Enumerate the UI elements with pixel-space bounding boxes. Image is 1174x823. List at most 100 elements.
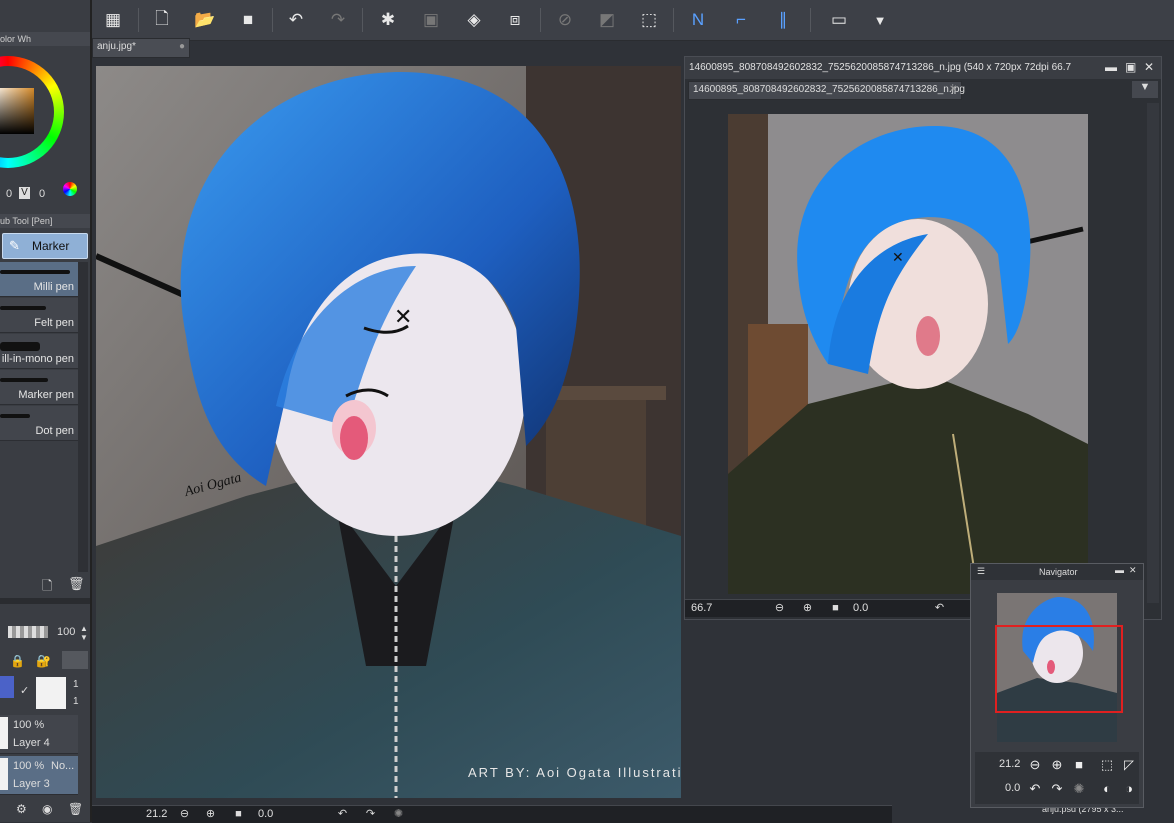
sub-zoom-in-icon[interactable]: ⊕ xyxy=(801,602,814,615)
navigator-panel: ☰ Navigator ▬ ✕ 21.2 ⊖ ⊕ ■ ⬚ ◸ 0.0 ↶ ↷ ✺… xyxy=(970,563,1144,808)
document-tab[interactable]: anju.jpg* ● xyxy=(92,38,190,58)
reset-rotation-icon[interactable]: ✺ xyxy=(392,808,405,821)
snap-grid-icon[interactable]: ∥ xyxy=(771,8,795,32)
brush-scrollbar[interactable] xyxy=(78,262,88,572)
selection-star-icon[interactable]: ✱ xyxy=(376,8,400,32)
delete-layer-icon[interactable]: 🗑 xyxy=(68,802,83,816)
color-value-right: 0 xyxy=(39,188,46,200)
opacity-value: 100 xyxy=(57,626,76,638)
sub-rotation-value: 0.0 xyxy=(853,602,869,614)
navigator-menu-icon[interactable]: ☰ xyxy=(977,566,985,577)
brush-item[interactable]: Dot pen xyxy=(0,406,78,441)
grid-icon[interactable]: ▦ xyxy=(101,8,125,32)
sub-view-tab[interactable]: 14600895_808708492602832_752562008587471… xyxy=(688,81,965,100)
reference-photo[interactable]: ✕ xyxy=(728,114,1088,594)
navigator-minimize-icon[interactable]: ▬ xyxy=(1115,565,1124,575)
dropdown-icon[interactable]: ▼ xyxy=(868,8,892,32)
nav-reset-rotation-icon[interactable]: ✺ xyxy=(1071,781,1087,797)
layer-thumbnail xyxy=(0,758,8,790)
navigator-rotation-value: 0.0 xyxy=(1005,782,1021,794)
sub-view-dropdown-icon[interactable]: ▼ xyxy=(1132,81,1158,98)
sub-view-titlebar: 14600895_808708492602832_752562008587471… xyxy=(685,57,1161,79)
color-square[interactable] xyxy=(0,88,34,134)
transform-icon[interactable]: ⧈ xyxy=(503,8,527,32)
brush-label: ill-in-mono pen xyxy=(1,353,74,365)
navigator-close-icon[interactable]: ✕ xyxy=(1129,565,1137,576)
zoom-in-icon[interactable]: ⊕ xyxy=(204,808,217,821)
close-subtab-icon[interactable]: ✕ xyxy=(949,84,957,95)
sub-view-scrollbar[interactable] xyxy=(1147,103,1159,603)
lock-transparency-icon[interactable]: 🔐 xyxy=(36,654,51,668)
layer-color-icon[interactable] xyxy=(62,651,88,669)
new-file-icon[interactable]: 🗋 xyxy=(150,8,174,32)
brush-item[interactable]: Milli pen xyxy=(0,262,78,297)
lock-icon[interactable]: 🔒 xyxy=(10,654,25,668)
brush-label: Marker pen xyxy=(18,389,74,401)
close-icon[interactable]: ✕ xyxy=(1144,60,1154,74)
main-canvas[interactable]: ✕ Aoi Ogata ART BY: Aoi Ogata Illustrati… xyxy=(96,66,681,798)
new-subtool-icon[interactable]: 🗋 xyxy=(42,577,52,599)
main-rotation-value: 0.0 xyxy=(258,808,274,820)
nav-rotate-left-icon[interactable]: ↶ xyxy=(1027,781,1043,797)
zoom-out-icon[interactable]: ⊖ xyxy=(178,808,191,821)
marker-icon: ✎ xyxy=(9,238,20,253)
color-value-left: 0 xyxy=(6,188,13,200)
maximize-icon[interactable]: ▣ xyxy=(1125,60,1136,74)
brush-label: Dot pen xyxy=(35,425,74,437)
active-tool-tab[interactable]: ✎ Marker xyxy=(2,233,88,259)
select-all-icon[interactable]: ⬚ xyxy=(637,8,661,32)
svg-text:✕: ✕ xyxy=(394,304,412,329)
snap-curve-icon[interactable]: ⌐ xyxy=(729,8,753,32)
fill-icon[interactable]: ◈ xyxy=(462,8,486,32)
open-folder-icon[interactable]: 📂 xyxy=(193,8,217,32)
delete-subtool-icon[interactable]: 🗑 xyxy=(68,576,85,592)
sub-fit-icon[interactable]: ■ xyxy=(829,602,842,615)
nav-zoom-in-icon[interactable]: ⊕ xyxy=(1049,757,1065,773)
brush-label: Milli pen xyxy=(33,281,74,293)
main-toolbar: ▦ 🗋 📂 ■ ↶ ↷ ✱ ▣ ◈ ⧈ ⊘ ◩ ⬚ N ⌐ ∥ ▭ ▼ xyxy=(0,0,1174,41)
rotate-left-icon[interactable]: ↶ xyxy=(336,808,349,821)
layer-name: Layer 3 xyxy=(13,778,50,790)
invert-selection-icon[interactable]: ◩ xyxy=(595,8,619,32)
artwork-watermark: ART BY: Aoi Ogata Illustrations xyxy=(468,765,681,780)
layer-settings-icon[interactable]: ⚙ xyxy=(16,802,27,816)
sub-zoom-out-icon[interactable]: ⊖ xyxy=(773,602,786,615)
check-icon: ✓ xyxy=(20,685,30,697)
redo-icon[interactable]: ↷ xyxy=(326,8,350,32)
layer-row[interactable]: 100 % Layer 4 xyxy=(0,715,78,754)
save-icon[interactable]: ■ xyxy=(236,8,260,32)
ruler-snap-icon[interactable]: N xyxy=(686,8,710,32)
sub-rotate-left-icon[interactable]: ↶ xyxy=(933,602,946,615)
rotate-right-icon[interactable]: ↷ xyxy=(364,808,377,821)
nav-zoom-out-icon[interactable]: ⊖ xyxy=(1027,757,1043,773)
brush-item[interactable]: ill-in-mono pen xyxy=(0,334,78,369)
fit-icon[interactable]: ■ xyxy=(232,808,245,821)
nav-fit-icon[interactable]: ■ xyxy=(1071,757,1087,773)
nav-flip-horizontal-icon[interactable]: ⬚ xyxy=(1099,757,1115,773)
hide-selection-icon[interactable]: ⊘ xyxy=(553,8,577,32)
brush-item[interactable]: Marker pen xyxy=(0,370,78,405)
nav-flip-vertical-icon[interactable]: ◸ xyxy=(1121,757,1137,773)
layer-row[interactable]: 100 % No... Layer 3 xyxy=(0,756,78,795)
opacity-slider[interactable] xyxy=(8,626,48,638)
navigator-controls: 21.2 ⊖ ⊕ ■ ⬚ ◸ 0.0 ↶ ↷ ✺ ◐ ◑ xyxy=(975,752,1139,804)
brush-item[interactable]: Felt pen xyxy=(0,298,78,333)
opacity-stepper[interactable]: ▲ ▼ xyxy=(80,624,88,642)
nav-rotate-right-icon[interactable]: ↷ xyxy=(1049,781,1065,797)
window-icon[interactable]: ▭ xyxy=(827,8,851,32)
close-tab-icon[interactable]: ● xyxy=(179,41,185,52)
camera-icon[interactable]: ◉ xyxy=(42,802,52,816)
sub-tool-header: ub Tool [Pen] xyxy=(0,214,90,228)
clear-layer-icon[interactable]: ▣ xyxy=(419,8,443,32)
minimize-icon[interactable]: ▬ xyxy=(1105,60,1117,74)
navigator-titlebar: ☰ Navigator ▬ ✕ xyxy=(971,564,1143,580)
color-mode-icon[interactable] xyxy=(63,182,77,196)
navigator-view-frame[interactable] xyxy=(995,625,1123,713)
color-v-label: V xyxy=(19,187,30,199)
nav-flip-left-icon[interactable]: ◐ xyxy=(1099,781,1115,797)
layer-thumbnail xyxy=(0,717,8,749)
nav-flip-right-icon[interactable]: ◑ xyxy=(1121,781,1137,797)
undo-icon[interactable]: ↶ xyxy=(284,8,308,32)
sub-zoom-value: 66.7 xyxy=(691,602,713,614)
sub-view-status-bar: 66.7 ⊖ ⊕ ■ 0.0 ↶ xyxy=(685,599,985,617)
